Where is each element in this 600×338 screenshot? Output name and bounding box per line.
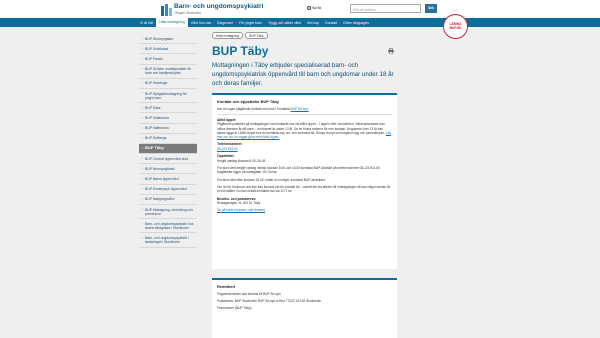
emergency-text: För akut vård helgfri vardag mellan kloc… (217, 166, 381, 175)
tel-link[interactable]: 08-123 523 00 (217, 147, 392, 151)
badge-line-2: BUP.SE (449, 26, 462, 30)
sidebar-item[interactable]: BUP Barns öppenvård (139, 174, 197, 185)
nav-item-hitta-mottagning[interactable]: Hitta mottagning (156, 18, 188, 27)
open-heading: Öppettider: (217, 154, 235, 159)
top-bar (0, 0, 600, 18)
open-text: Helgfri vardag klockan 8.00–16.45 (217, 158, 266, 163)
sidebar-item[interactable]: BUP Mottagning, utveckling och preventio… (139, 205, 197, 220)
sidebar-item[interactable]: BUP Farsta (139, 54, 197, 65)
sidebar-item[interactable]: BUP Sollentuna (139, 113, 197, 124)
search-input[interactable]: Sök på webben (350, 4, 421, 13)
contact-intro: Har du ingen pågående kontakt med oss? K… (217, 106, 309, 111)
nav-item-om-bup[interactable]: Om bup (304, 21, 322, 25)
logo-icon[interactable] (161, 4, 172, 16)
search-button[interactable]: Sök (425, 4, 437, 13)
sidebar-item[interactable]: BUP Kista (139, 103, 197, 114)
visit-heading: Besöks- och postadress: (217, 196, 257, 201)
brand-title[interactable]: Barn- och ungdomspsykiatri (174, 3, 263, 10)
breadcrumb-item[interactable]: Hitta mottagning (212, 32, 244, 40)
alltid-text: Pågående patienter på mottagningen kan k… (217, 122, 392, 140)
visit-text: Roslagsvägen 21 183 51 Täby (217, 201, 261, 206)
sidebar-item[interactable]: Barn- och ungdomspsykiatri hos andra vår… (139, 219, 197, 234)
language-selector[interactable]: Språk (307, 6, 321, 10)
contact-link[interactable]: BUP Sö-syd. (291, 107, 309, 111)
sidebar-item[interactable]: BUP Huddinge (139, 79, 197, 89)
post-text: Postadress: BUP Stockholm BUP Sö-syd.io … (217, 298, 322, 303)
nav-item-diagnoser[interactable]: Diagnoser (214, 21, 236, 25)
sidebar-item[interactable]: BUP Nattgruppvård (139, 195, 197, 205)
breadcrumb: Hitta mottagning BUP Täby (212, 32, 270, 40)
sidebar: BUP Stormyrgatan BUP Solvikstad BUP Fars… (139, 34, 197, 248)
sidebar-item[interactable]: BUP Central öppenvård stöd (139, 154, 197, 165)
remit-text: Pappersremisser ska skickas till BUP Sö-… (217, 291, 282, 296)
sidebar-item[interactable]: BUP Kinderpsyk öppenvård (139, 185, 197, 195)
sidebar-item[interactable]: BUP Vallentuna (139, 124, 197, 134)
evening-text: För akut vård efter klockan 16.00, natte… (217, 177, 326, 182)
nav-item-kontakt[interactable]: Kontakt (322, 21, 340, 25)
leave-site-button[interactable]: LÄMNA BUP.SE (443, 14, 468, 39)
sidebar-item[interactable]: BUP Stormyrgatan (139, 34, 197, 45)
sidebar-item-selected[interactable]: BUP Täby (139, 143, 197, 155)
tel-heading: Telefonnummer: (217, 142, 243, 147)
page: { "header": { "brand": "Barn- och ungdom… (0, 0, 600, 338)
nav-item-other-languages[interactable]: Other languages (340, 21, 372, 25)
map-link[interactable]: Se på karta (öppnas i nytt fönster) (217, 208, 392, 212)
breadcrumb-item-current: BUP Täby (245, 32, 268, 40)
nav-item-trygg-vard[interactable]: Trygg och säker vård (265, 21, 304, 25)
alltid-heading: Alltid öppet: (217, 117, 237, 122)
lead-text: Mottagningen i Täby erbjuder specialiser… (212, 62, 394, 87)
remit-heading: Remittent (217, 284, 235, 289)
globe-icon (307, 5, 311, 10)
sidebar-item[interactable]: Barn- och ungdomspsykiatri i landstinget… (139, 233, 197, 248)
brand-subtitle: Region Stockholm (175, 10, 201, 15)
contact-heading: Kontakt och öppettider BUP Täby (217, 99, 279, 104)
contact-panel: Kontakt och öppettider BUP Täby Har du i… (212, 93, 397, 269)
sidebar-item[interactable]: BUP Neuropsykiatri (139, 164, 197, 175)
sidebar-item[interactable]: BUP Solberga (139, 134, 197, 144)
fax-text: Faxnummer (BUP Täby) (217, 306, 252, 311)
nav-item-vi-ar-har[interactable]: Vi är här (137, 21, 156, 25)
nav-item-yngre-barn[interactable]: För yngre barn (236, 21, 265, 25)
print-icon[interactable] (388, 48, 394, 54)
language-label: Språk (312, 5, 322, 10)
nav-item-vard-hos-oss[interactable]: Vård hos oss (188, 21, 214, 25)
main-nav: Vi är här Hitta mottagning Vård hos oss … (137, 18, 372, 27)
sidebar-item[interactable]: BUP Solvikstad (139, 44, 197, 55)
sidebar-item[interactable]: BUP Gröden mottstipunkter för barn och f… (139, 65, 197, 79)
sidebar-item[interactable]: BUP Hjulgästmottagning för yngre barn (139, 89, 197, 104)
crisis-text: Om du för fördomar och inte kan komma på… (217, 184, 390, 194)
page-title: BUP Täby (212, 44, 269, 58)
remit-panel: Remittent Pappersremisser ska skickas ti… (212, 278, 397, 338)
